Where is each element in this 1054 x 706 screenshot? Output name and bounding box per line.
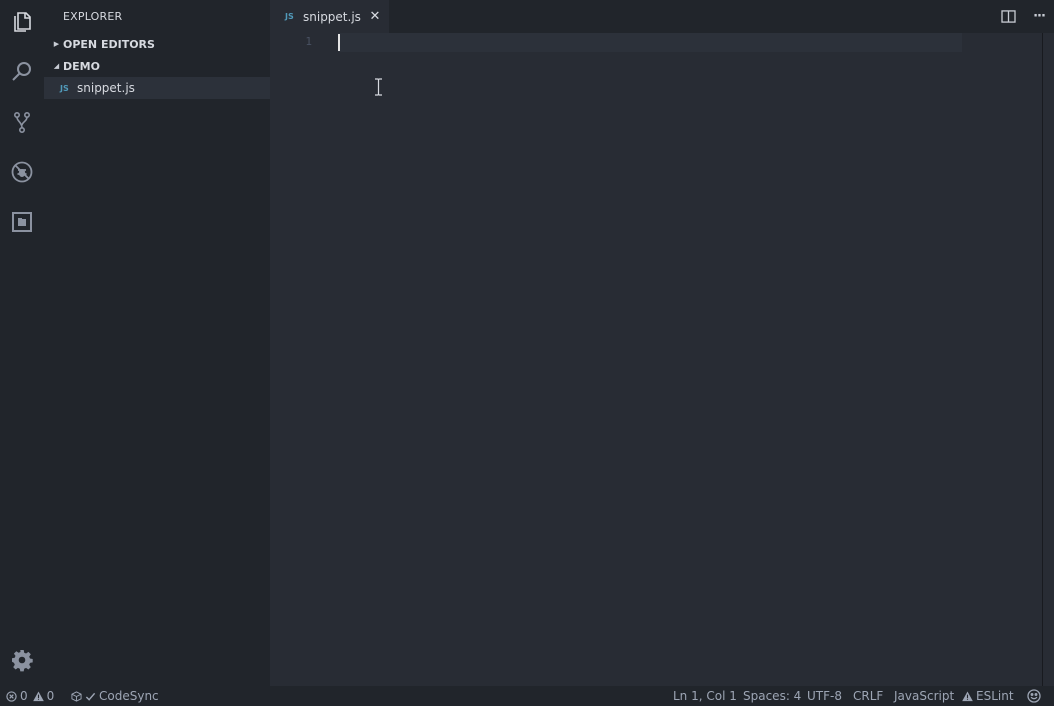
vscode-window: EXPLORER ▶ OPEN EDITORS ◢ DEMO JS snippe… [0, 0, 1054, 706]
section-demo[interactable]: ◢ DEMO [44, 55, 270, 77]
check-icon [85, 692, 96, 701]
files-icon [14, 12, 31, 32]
activity-search-button[interactable] [0, 50, 44, 94]
search-icon [12, 62, 31, 81]
chevron-down-icon: ◢ [53, 62, 60, 70]
extensions-icon [12, 212, 32, 232]
section-label: DEMO [63, 59, 100, 73]
line-number: 1 [305, 35, 312, 48]
tab-snippet-js[interactable]: JS snippet.js ✕ [270, 0, 389, 33]
chevron-right-icon: ▶ [53, 40, 60, 48]
more-actions-button[interactable]: ··· [1029, 7, 1049, 25]
warning-count: 0 [46, 689, 55, 703]
warning-icon [32, 690, 44, 701]
bug-icon [11, 161, 33, 183]
split-editor-button[interactable] [998, 7, 1018, 25]
sidebar-title: EXPLORER [63, 10, 123, 23]
ibeam-cursor-icon [375, 78, 382, 96]
activity-extensions-button[interactable] [0, 200, 44, 244]
section-label: OPEN EDITORS [63, 37, 155, 51]
current-line-highlight [338, 33, 962, 52]
encoding-selector[interactable]: UTF-8 [807, 686, 842, 706]
codesync-label: CodeSync [99, 689, 159, 703]
smiley-icon [1027, 689, 1041, 703]
feedback-button[interactable] [1027, 686, 1044, 706]
package-icon [71, 690, 82, 702]
text-cursor [338, 34, 340, 51]
problems-indicator[interactable]: 0 0 [6, 686, 54, 706]
file-name: snippet.js [77, 81, 135, 95]
split-editor-icon [1000, 9, 1016, 23]
gear-icon [12, 650, 33, 672]
eol-selector[interactable]: CRLF [853, 686, 883, 706]
code-editor[interactable]: 1 [270, 33, 1054, 686]
cursor-position[interactable]: Ln 1, Col 1 [673, 686, 737, 706]
git-branch-icon [14, 111, 31, 133]
tab-label: snippet.js [303, 9, 361, 24]
js-file-icon: JS [285, 12, 294, 21]
js-file-icon: JS [60, 83, 69, 93]
section-open-editors[interactable]: ▶ OPEN EDITORS [44, 33, 270, 55]
codesync-indicator[interactable]: CodeSync [71, 686, 159, 706]
close-icon[interactable]: ✕ [368, 8, 382, 24]
error-icon [6, 690, 17, 702]
activity-explorer-button[interactable] [0, 0, 44, 44]
error-count: 0 [20, 689, 28, 703]
activity-bar [0, 0, 44, 686]
eslint-indicator[interactable]: ESLint [962, 686, 1014, 706]
eslint-label: ESLint [976, 689, 1014, 703]
activity-settings-button[interactable] [0, 638, 44, 682]
editor-scrollbar[interactable] [1042, 33, 1043, 686]
explorer-sidebar: EXPLORER ▶ OPEN EDITORS ◢ DEMO JS snippe… [44, 0, 270, 686]
warning-icon [962, 690, 973, 701]
language-selector[interactable]: JavaScript [894, 686, 954, 706]
activity-source-control-button[interactable] [0, 100, 44, 144]
editor-tab-bar: JS snippet.js ✕ ··· [270, 0, 1054, 33]
status-bar: 0 0 CodeSync Ln 1, Col 1 Spaces: 4 UTF-8… [0, 686, 1054, 706]
indentation-selector[interactable]: Spaces: 4 [743, 686, 801, 706]
file-item-snippet-js[interactable]: JS snippet.js [44, 77, 270, 99]
activity-debug-button[interactable] [0, 150, 44, 194]
